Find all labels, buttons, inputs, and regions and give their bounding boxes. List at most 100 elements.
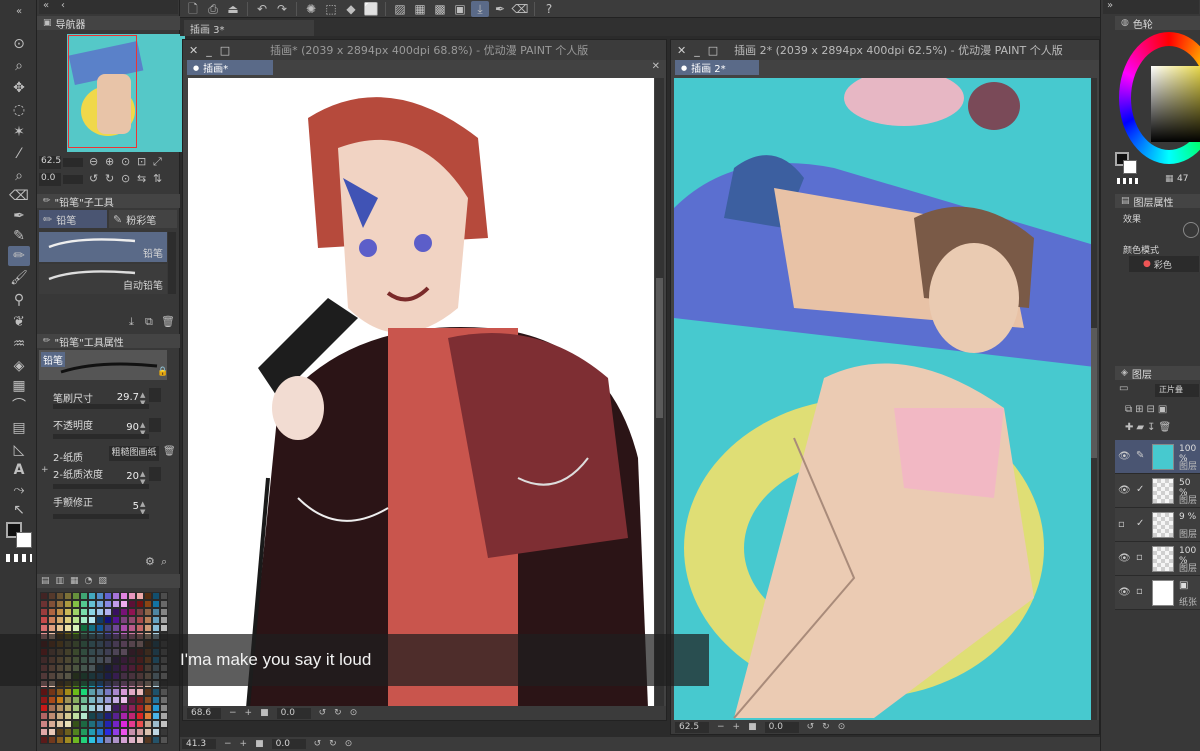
palette-swatch[interactable] <box>40 608 48 616</box>
tool-preset-preview[interactable]: 铅笔 <box>39 350 167 380</box>
decoration-tool-icon[interactable]: ❦ <box>8 312 30 332</box>
magnifier-tool-icon[interactable]: ⊙ <box>8 34 30 54</box>
subtool-scrollbar[interactable] <box>168 232 176 294</box>
palette-swatch[interactable] <box>64 600 72 608</box>
zoom-in-icon[interactable]: ⊕ <box>105 156 114 167</box>
lock-icon[interactable]: 🔒 <box>157 368 168 377</box>
move-tool-icon[interactable]: ✥ <box>8 78 30 98</box>
upload-icon[interactable]: ⏏ <box>224 1 242 17</box>
palette-swatch[interactable] <box>64 728 72 736</box>
expand-icon[interactable]: » <box>1107 1 1113 11</box>
palette-swatch[interactable] <box>152 696 160 704</box>
zoom-out-icon[interactable]: ⊖ <box>89 156 98 167</box>
palette-swatch[interactable] <box>120 616 128 624</box>
select-all-icon[interactable]: ▩ <box>431 1 449 17</box>
palette-swatch[interactable] <box>64 592 72 600</box>
palette-swatch[interactable] <box>104 728 112 736</box>
palette-swatch[interactable] <box>48 608 56 616</box>
delete-layer-icon[interactable]: 🗑 <box>1158 420 1171 436</box>
palette-swatch[interactable] <box>112 696 120 704</box>
palette-swatch[interactable] <box>48 720 56 728</box>
add-layer-icon[interactable]: ✚ <box>1125 420 1133 436</box>
palette-swatch[interactable] <box>128 712 136 720</box>
palette-swatch[interactable] <box>152 736 160 744</box>
fit-window-icon[interactable]: ⊡ <box>137 156 146 167</box>
palette-swatch[interactable] <box>160 688 168 696</box>
reset-rotation-icon[interactable]: ⊙ <box>838 722 846 732</box>
palette-swatch[interactable] <box>120 688 128 696</box>
palette-swatch[interactable] <box>136 688 144 696</box>
object-tool-icon[interactable]: ↖ <box>8 500 30 520</box>
palette-swatch[interactable] <box>80 600 88 608</box>
expand-icon[interactable]: + <box>41 466 49 475</box>
brush-tool-icon[interactable]: 🖌 <box>8 268 30 288</box>
palette-swatch[interactable] <box>152 616 160 624</box>
tool-search-icon[interactable]: ⌕ <box>161 556 167 567</box>
palette-swatch[interactable] <box>160 608 168 616</box>
eye-icon[interactable]: 👁 <box>1118 485 1131 496</box>
tab-illustration[interactable]: ● 插画* <box>187 60 273 75</box>
brush-size-value[interactable]: 29.7 <box>111 392 139 403</box>
navigator-zoom-slider[interactable] <box>63 158 83 167</box>
palette-swatch[interactable] <box>64 720 72 728</box>
rotate-right-icon[interactable]: ↻ <box>334 708 342 718</box>
palette-swatch[interactable] <box>152 608 160 616</box>
border-effect-icon[interactable] <box>1183 222 1199 238</box>
angle-field[interactable]: 0.0 <box>276 707 311 719</box>
palette-swatch[interactable] <box>40 736 48 744</box>
navigator-angle-slider[interactable] <box>63 175 83 184</box>
paper-texture-select[interactable]: 粗糙图画纸 <box>109 446 159 461</box>
palette-swatch[interactable] <box>40 600 48 608</box>
opacity-value[interactable]: 90 <box>111 422 139 433</box>
main-zoom-field[interactable]: 41.3 <box>182 739 216 749</box>
sub-color-swatch[interactable] <box>1123 160 1137 174</box>
transform-icon[interactable]: ⬜ <box>362 1 380 17</box>
stabilize-slider[interactable] <box>53 514 149 519</box>
window-titlebar[interactable]: ✕ _ □ 插画* (2039 x 2894px 400dpi 68.8%) -… <box>183 40 666 60</box>
palette-swatch[interactable] <box>80 624 88 632</box>
mask-icon[interactable]: ▣ <box>1158 402 1167 418</box>
palette-swatch[interactable] <box>120 608 128 616</box>
minimize-icon[interactable]: _ <box>694 44 700 57</box>
rotate-left-icon[interactable]: ↺ <box>319 708 327 718</box>
palette-swatch[interactable] <box>40 624 48 632</box>
brush-size-toggle[interactable] <box>149 388 161 402</box>
collapse-icon[interactable]: « <box>8 2 30 22</box>
actual-size-icon[interactable]: ■ <box>255 739 264 749</box>
palette-swatch[interactable] <box>96 720 104 728</box>
palette-swatch[interactable] <box>160 592 168 600</box>
palette-swatch[interactable] <box>48 592 56 600</box>
palette-swatch[interactable] <box>96 712 104 720</box>
lasso-tool-icon[interactable]: ◌ <box>8 100 30 120</box>
window-titlebar[interactable]: ✕ _ □ 插画 2* (2039 x 2894px 400dpi 62.5%)… <box>671 40 1099 60</box>
fit-navigator-icon[interactable]: ⤢ <box>153 156 162 167</box>
rotate-right-icon[interactable]: ↻ <box>822 722 830 732</box>
palette-swatch[interactable] <box>88 624 96 632</box>
eye-icon[interactable]: 👁 <box>1118 587 1131 598</box>
palette-swatch[interactable] <box>72 712 80 720</box>
palette-swatch[interactable] <box>72 704 80 712</box>
collapse-icon[interactable]: « <box>43 1 49 11</box>
scroll-thumb[interactable] <box>1091 328 1097 458</box>
palette-swatch[interactable] <box>96 600 104 608</box>
color-set-tab-icon[interactable]: ▤ <box>41 576 50 586</box>
new-file-icon[interactable]: 🗋 <box>184 1 202 17</box>
palette-swatch[interactable] <box>56 728 64 736</box>
palette-swatch[interactable] <box>56 712 64 720</box>
scroll-thumb[interactable] <box>656 278 663 418</box>
palette-swatch[interactable] <box>40 688 48 696</box>
palette-swatch[interactable] <box>144 736 152 744</box>
palette-swatch[interactable] <box>40 704 48 712</box>
palette-swatch[interactable] <box>80 736 88 744</box>
vertical-scrollbar[interactable] <box>1091 78 1097 722</box>
rotate-right-icon[interactable]: ↻ <box>329 739 337 749</box>
palette-swatch[interactable] <box>128 592 136 600</box>
palette-swatch[interactable] <box>120 736 128 744</box>
navigator-thumbnail[interactable] <box>67 34 185 152</box>
clear-selection-icon[interactable]: ⬚ <box>322 1 340 17</box>
saturation-value-square[interactable] <box>1151 66 1200 142</box>
palette-swatch[interactable] <box>56 688 64 696</box>
text-tool-icon[interactable]: A <box>8 460 30 480</box>
check-icon[interactable]: ✓ <box>1136 484 1144 495</box>
opacity-slider[interactable] <box>53 434 149 439</box>
